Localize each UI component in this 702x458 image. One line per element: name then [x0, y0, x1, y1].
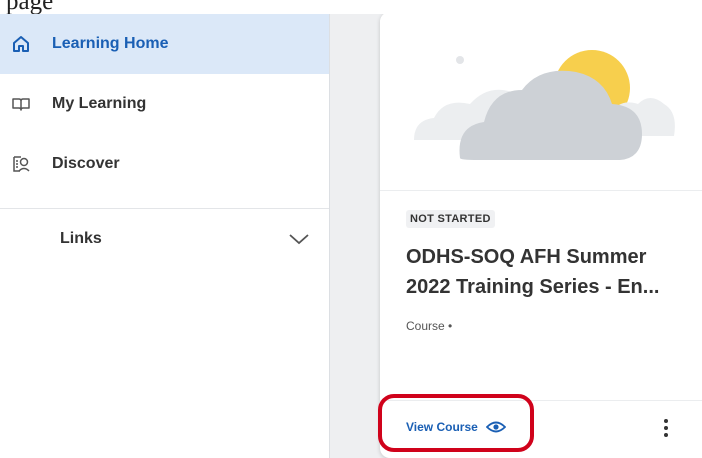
links-label: Links — [60, 230, 102, 247]
eye-icon — [485, 420, 506, 434]
sidebar: Learning Home My Learning Discover Links — [0, 14, 330, 458]
sidebar-item-discover[interactable]: Discover — [0, 134, 329, 194]
sidebar-item-learning-home[interactable]: Learning Home — [0, 14, 329, 74]
cloud-sun-illustration — [380, 12, 702, 190]
discover-icon — [10, 153, 32, 175]
cropped-header-text: page — [0, 0, 702, 14]
divider — [380, 190, 702, 191]
more-vertical-icon[interactable] — [658, 414, 674, 442]
sidebar-links-toggle[interactable]: Links — [0, 210, 329, 268]
course-card[interactable]: NOT STARTED ODHS-SOQ AFH Summer 2022 Tra… — [380, 12, 702, 458]
course-title-line: ODHS-SOQ AFH Summer — [406, 246, 647, 268]
divider — [0, 208, 329, 209]
course-title[interactable]: ODHS-SOQ AFH Summer 2022 Training Series… — [406, 242, 691, 302]
status-badge: NOT STARTED — [406, 210, 495, 228]
sidebar-item-label: My Learning — [52, 95, 147, 112]
home-icon — [10, 33, 32, 55]
sidebar-item-label: Discover — [52, 155, 120, 172]
sidebar-item-my-learning[interactable]: My Learning — [0, 74, 329, 134]
divider — [380, 400, 702, 401]
chevron-down-icon — [288, 232, 310, 251]
course-type: Course • — [406, 319, 453, 333]
sidebar-item-label: Learning Home — [52, 35, 169, 52]
view-course-label: View Course — [406, 420, 478, 434]
view-course-button[interactable]: View Course — [406, 420, 506, 434]
book-icon — [10, 93, 32, 115]
course-title-line: 2022 Training Series - En... — [406, 276, 660, 298]
